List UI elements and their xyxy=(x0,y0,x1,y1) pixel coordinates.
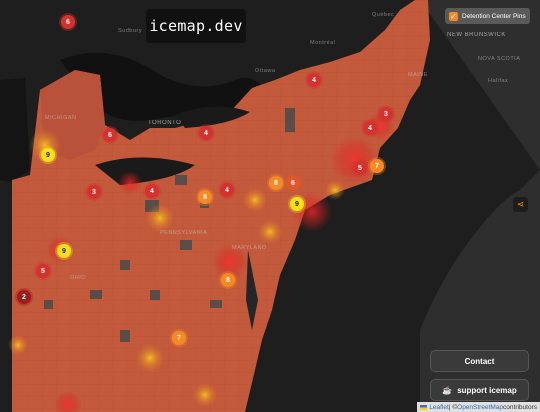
share-button[interactable]: ⋖ xyxy=(513,197,528,212)
detention-pin[interactable]: 9 xyxy=(41,148,55,162)
detention-pin[interactable]: 7 xyxy=(370,159,384,173)
openstreetmap-link[interactable]: OpenStreetMap xyxy=(457,404,503,411)
detention-pin[interactable]: 8 xyxy=(221,273,235,287)
app-title-box: icemap.dev xyxy=(146,9,246,43)
map-label-nova-scotia: NOVA SCOTIA xyxy=(478,56,521,62)
app-title: icemap.dev xyxy=(149,17,243,35)
detention-pin[interactable]: 3 xyxy=(379,107,393,121)
support-icemap-button[interactable]: ☕ support icemap xyxy=(430,379,529,401)
map-label-halifax: Halifax xyxy=(488,78,509,84)
detention-pin[interactable]: 6 xyxy=(286,176,300,190)
ukraine-flag-icon xyxy=(420,404,428,410)
detention-pin[interactable]: 6 xyxy=(61,15,75,29)
detention-pin[interactable]: 9 xyxy=(290,197,304,211)
detention-pin[interactable]: 9 xyxy=(57,244,71,258)
map-label-michigan: MICHIGAN xyxy=(45,115,77,121)
coffee-cup-icon: ☕ xyxy=(442,385,453,395)
map-canvas[interactable]: TORONTO MICHIGAN Sudbury Ottawa Montréal… xyxy=(0,0,540,412)
map-label-toronto: TORONTO xyxy=(148,120,182,126)
share-icon: ⋖ xyxy=(516,199,525,209)
detention-pin[interactable]: 2 xyxy=(17,290,31,304)
detention-pin[interactable]: 4 xyxy=(199,126,213,140)
support-button-label: support icemap xyxy=(457,385,517,395)
map-label-maryland: MARYLAND xyxy=(232,245,267,251)
contact-button[interactable]: Contact xyxy=(430,350,529,372)
detention-pin[interactable]: 4 xyxy=(363,121,377,135)
detention-pin[interactable]: 4 xyxy=(220,183,234,197)
detention-pin[interactable]: 8 xyxy=(269,176,283,190)
checkbox-checked-icon[interactable]: ✓ xyxy=(449,11,458,21)
map-label-sudbury: Sudbury xyxy=(118,28,142,34)
attribution-separator: | © xyxy=(448,403,458,411)
detention-pin[interactable]: 5 xyxy=(36,264,50,278)
detention-pin[interactable]: 3 xyxy=(87,185,101,199)
contact-button-label: Contact xyxy=(464,356,495,366)
detention-pin[interactable]: 7 xyxy=(172,331,186,345)
detention-pin[interactable]: 6 xyxy=(103,128,117,142)
attribution-suffix: contributors xyxy=(503,403,537,411)
detention-pins-toggle-label: Detention Center Pins xyxy=(462,12,526,20)
detention-pin[interactable]: 5 xyxy=(353,161,367,175)
map-label-montreal: Montréal xyxy=(310,40,336,46)
detention-pin[interactable]: 4 xyxy=(145,184,159,198)
map-label-quebec: Québec xyxy=(372,12,395,18)
map-label-new-brunswick: NEW BRUNSWICK xyxy=(447,32,506,38)
map-attribution: Leaflet | © OpenStreetMap contributors xyxy=(417,402,540,412)
detention-pin[interactable]: 4 xyxy=(307,73,321,87)
map-label-maine: MAINE xyxy=(408,72,428,78)
leaflet-link[interactable]: Leaflet xyxy=(429,404,449,411)
detention-pins-toggle[interactable]: ✓ Detention Center Pins xyxy=(445,8,530,24)
map-label-ohio: OHIO xyxy=(70,275,87,281)
map-label-ottawa: Ottawa xyxy=(255,68,276,74)
detention-pin[interactable]: 8 xyxy=(198,190,212,204)
map-label-pennsylvania: PENNSYLVANIA xyxy=(160,230,208,236)
